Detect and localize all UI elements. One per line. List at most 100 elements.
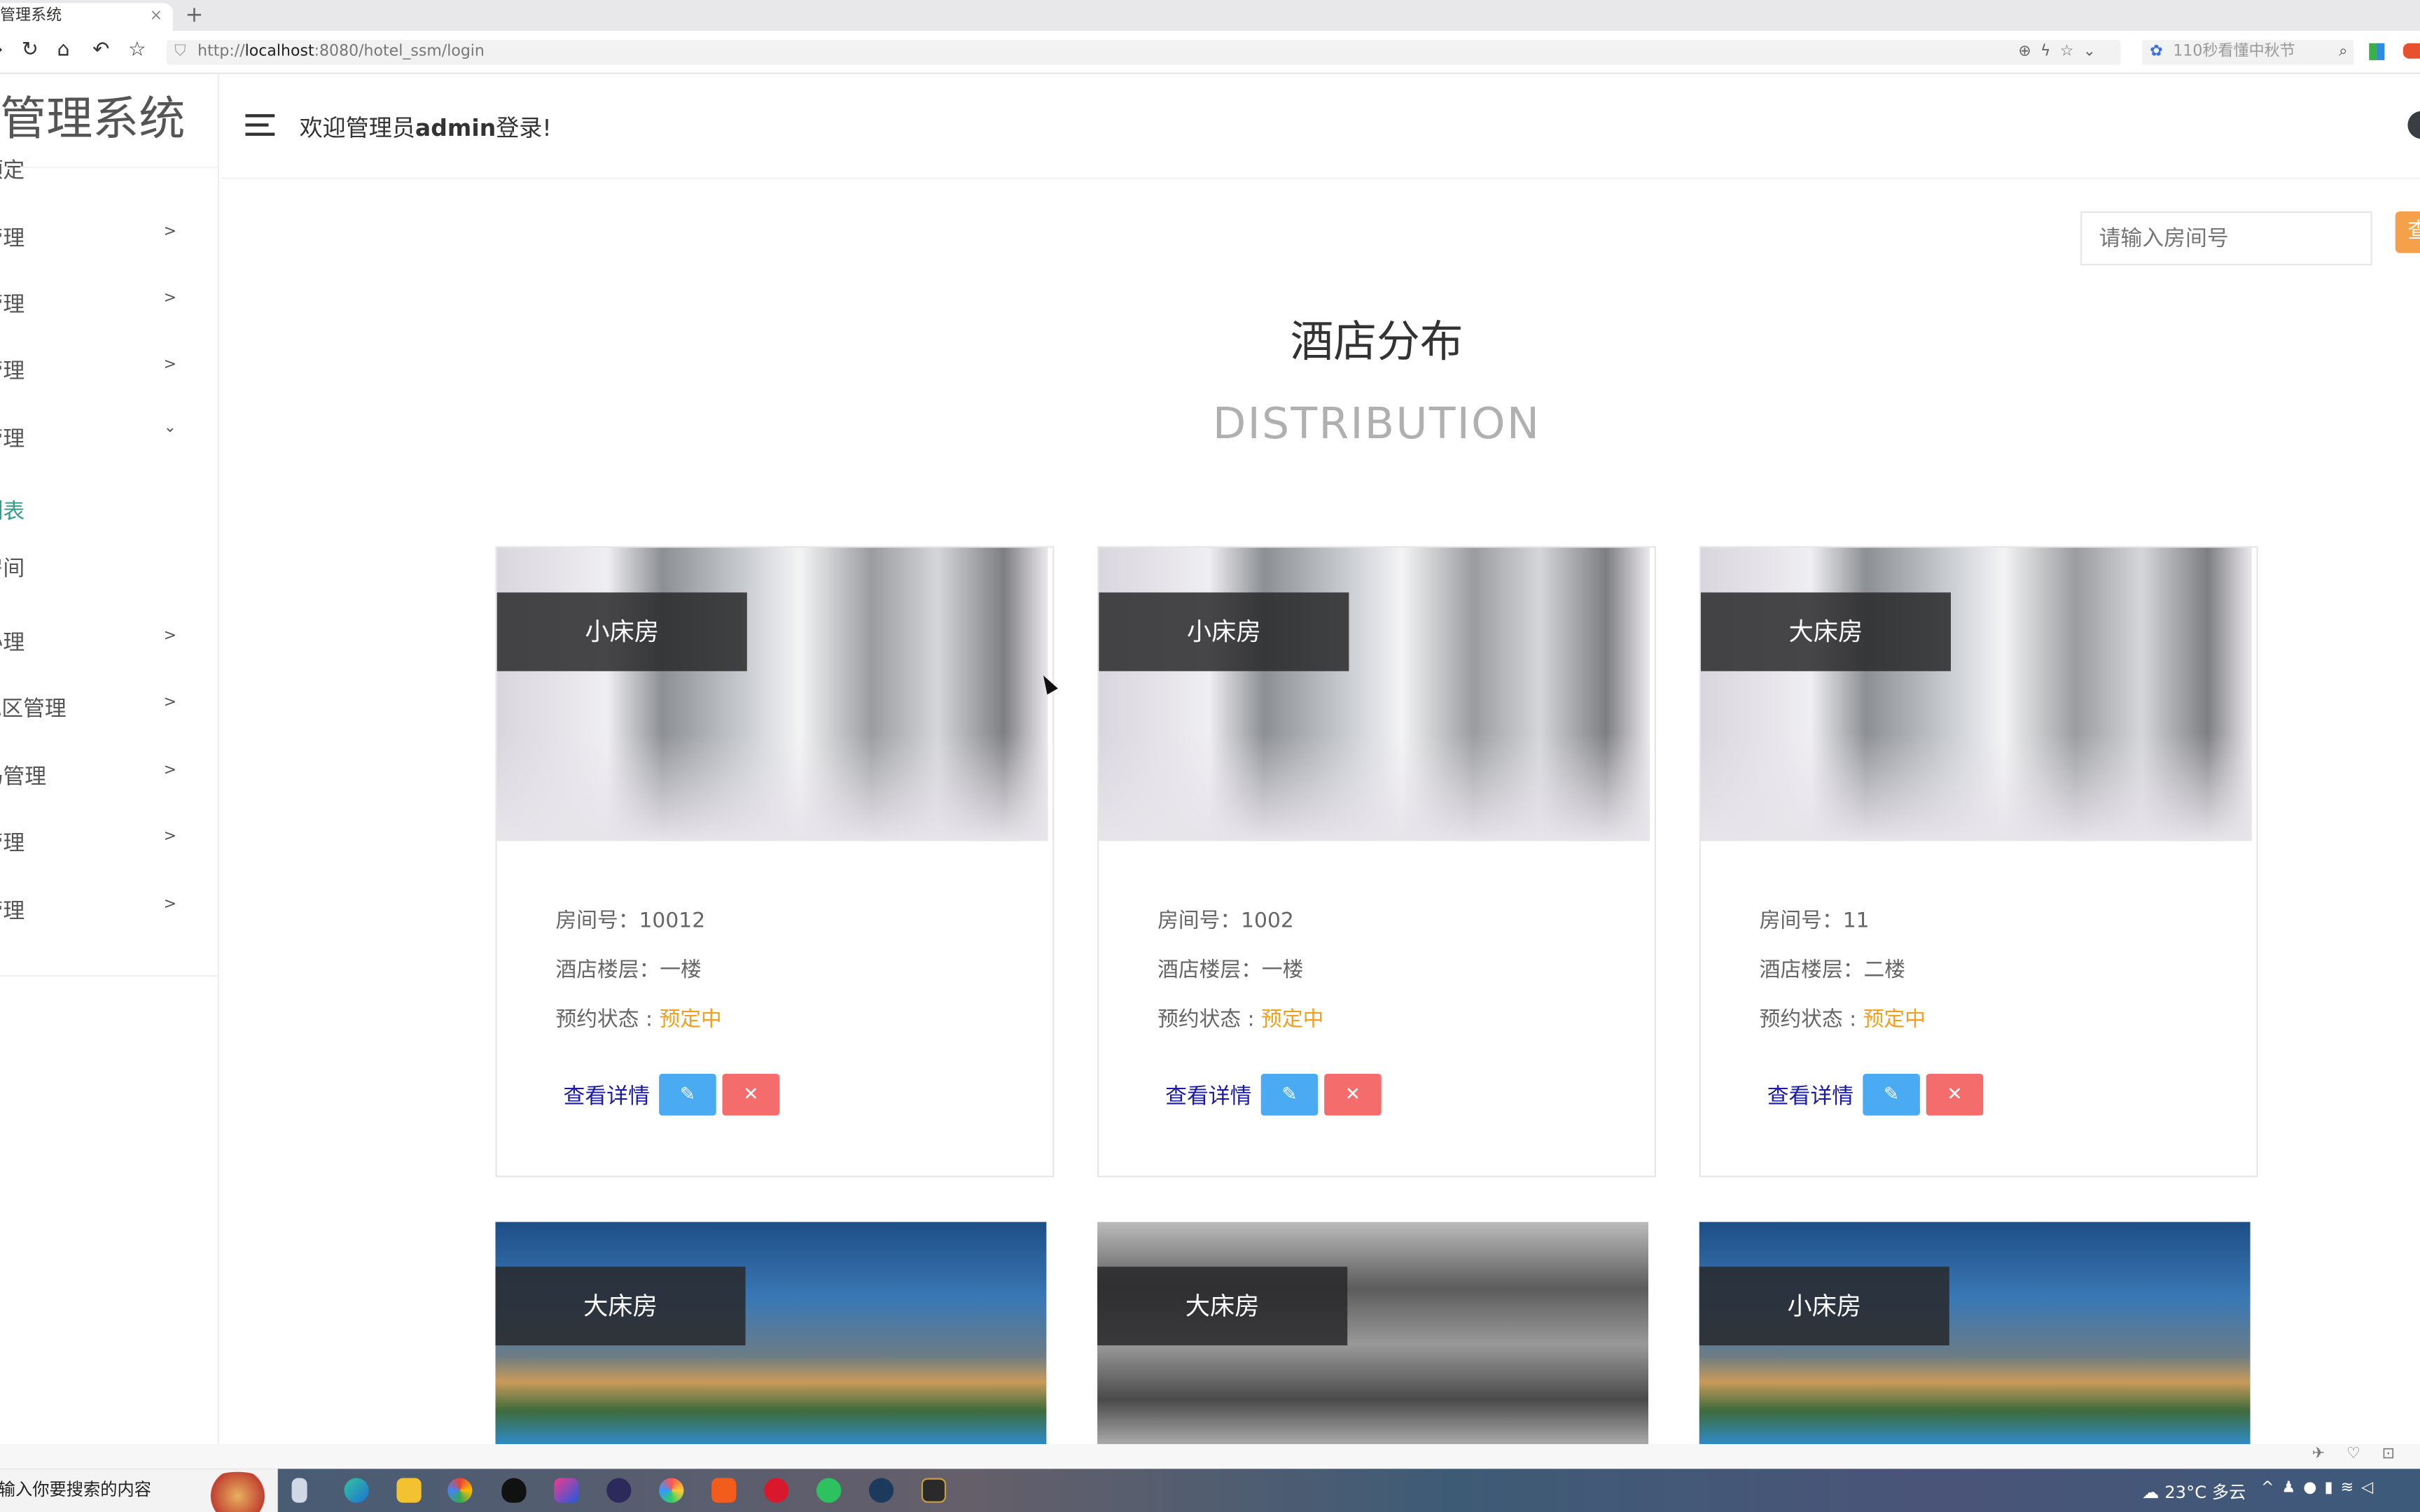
chevron-right-icon: > [163, 223, 177, 241]
browser-icon[interactable] [447, 1478, 473, 1503]
room-floor: 酒店楼层：一楼 [1157, 952, 1303, 983]
address-bar[interactable]: ⛉ http://localhost:8080/hotel_ssm/login … [167, 40, 2121, 65]
browser-nav-bar: › ↻ ⌂ ↶ ☆ ⛉ http://localhost:8080/hotel_… [0, 31, 2420, 74]
url-prefix: http:// [197, 43, 245, 60]
edit-button[interactable]: ✎ [659, 1074, 716, 1116]
undo-icon[interactable]: ↶ [92, 38, 109, 62]
url-host: localhost [244, 43, 314, 60]
room-status: 预约状态 : 预定中 [555, 1001, 721, 1032]
sidebar-item-10[interactable]: 管理 [0, 827, 25, 858]
room-type-label: 大床房 [1097, 1266, 1348, 1345]
sidebar: 管理系统 预定 管理 > 管理 > 管理 > 管理 ⌄ 列表 房间 办理 > 地… [0, 74, 219, 1445]
browser-search-box[interactable]: ✿ 110秒看懂中秋节 ⌕ [2142, 40, 2354, 65]
view-details-link[interactable]: 查看详情 [563, 1080, 649, 1111]
sidebar-item-label: 地区管理 [0, 697, 67, 722]
eclipse-icon[interactable] [606, 1478, 632, 1503]
sidebar-item-1[interactable]: 管理 [0, 222, 25, 253]
sidebar-item-booking[interactable]: 预定 [0, 154, 25, 185]
room-number: 房间号：11 [1760, 902, 1870, 933]
user-avatar-icon[interactable] [2407, 111, 2420, 139]
home-icon[interactable]: ⌂ [57, 38, 70, 62]
delete-button[interactable]: ✕ [1926, 1074, 1984, 1116]
sidebar-item-9[interactable]: 码管理 [0, 761, 46, 792]
sublime-icon[interactable] [711, 1478, 737, 1503]
sidebar-item-11[interactable]: 管理 [0, 895, 25, 925]
sidebar-item-region[interactable]: 地区管理 [0, 693, 67, 724]
status-bar-icons[interactable]: ✈♡⊡ [2312, 1446, 2416, 1462]
hamburger-menu-icon[interactable] [245, 114, 275, 136]
qq-icon[interactable] [501, 1478, 527, 1503]
game-icon[interactable] [2402, 43, 2420, 59]
room-type-label: 大床房 [495, 1266, 746, 1345]
search-icon[interactable]: ⌕ [2339, 40, 2347, 64]
room-image [496, 547, 1048, 841]
room-number-label: 房间号： [1157, 909, 1242, 934]
room-floor: 酒店楼层：二楼 [1760, 952, 1905, 983]
cloud-sun-icon: ☁ [2142, 1483, 2165, 1503]
browser-tab[interactable]: 管理系统 × [0, 3, 173, 31]
sidebar-item-label: 管理 [0, 899, 25, 925]
search-button[interactable]: 查 [2395, 211, 2420, 253]
file-explorer-icon[interactable] [396, 1478, 422, 1503]
page-title: 酒店分布 [1290, 316, 1463, 368]
browser-tab-bar: 管理系统 × + [0, 0, 2420, 31]
status-label: 预约状态 : [1157, 1007, 1262, 1032]
view-details-link[interactable]: 查看详情 [1767, 1080, 1854, 1111]
taskbar-search-placeholder: 请输入你要搜索的内容 [0, 1479, 152, 1500]
address-actions-icons[interactable]: ⊕ϟ☆⌄ [2018, 40, 2105, 64]
room-status: 预约状态 : 预定中 [1157, 1001, 1323, 1032]
close-icon: ✕ [1947, 1083, 1963, 1105]
edit-button[interactable]: ✎ [1863, 1074, 1920, 1116]
welcome-suffix: 登录! [496, 114, 552, 142]
room-type-label: 小床房 [1099, 592, 1349, 671]
baidu-paw-icon: ✿ [2150, 43, 2163, 60]
pencil-icon: ✎ [1884, 1083, 1900, 1105]
floor-label: 酒店楼层： [1759, 958, 1864, 983]
room-image: 小床房 [1699, 1222, 2251, 1445]
tab-close-icon[interactable]: × [150, 3, 162, 31]
room-number-search-input[interactable] [2080, 211, 2372, 266]
room-image: 大床房 [495, 1222, 1047, 1445]
bookmark-star-icon[interactable]: ☆ [128, 38, 146, 62]
steam-icon[interactable] [868, 1478, 894, 1503]
edit-button[interactable]: ✎ [1260, 1074, 1319, 1116]
floor-label: 酒店楼层： [1157, 958, 1262, 983]
wechat-icon[interactable] [816, 1478, 842, 1503]
room-number-label: 房间号： [555, 909, 639, 934]
new-tab-button[interactable]: + [185, 0, 203, 31]
sidebar-subitem-rooms[interactable]: 房间 [0, 552, 25, 583]
sidebar-item-7[interactable]: 办理 [0, 626, 25, 657]
welcome-user: admin [415, 114, 496, 142]
reload-icon[interactable]: ↻ [22, 38, 39, 62]
room-number-value: 11 [1842, 909, 1870, 934]
edge-icon[interactable] [344, 1478, 369, 1503]
forward-icon[interactable]: › [0, 38, 4, 62]
windows-taskbar: 请输入你要搜索的内容 ☁ 23°C 多云 ^♟●▮≋◁ [0, 1469, 2420, 1512]
delete-button[interactable]: ✕ [722, 1074, 780, 1116]
netease-music-icon[interactable] [764, 1478, 789, 1503]
delete-button[interactable]: ✕ [1324, 1074, 1382, 1116]
system-tray-icons[interactable]: ^♟●▮≋◁ [2261, 1480, 2381, 1497]
view-details-link[interactable]: 查看详情 [1165, 1080, 1251, 1111]
task-view-icon[interactable] [291, 1478, 307, 1503]
system-title: 管理系统 [0, 92, 186, 147]
room-number-value: 10012 [639, 909, 706, 934]
room-image: 大床房 [1097, 1222, 1648, 1445]
intellij-icon[interactable] [554, 1478, 579, 1503]
room-type-label: 小床房 [1699, 1266, 1949, 1345]
room-number-label: 房间号： [1759, 909, 1843, 934]
chevron-right-icon: > [163, 896, 177, 913]
sidebar-item-label: 码管理 [0, 765, 47, 790]
status-label: 预约状态 : [555, 1007, 660, 1032]
sidebar-subitem-list[interactable]: 列表 [0, 496, 25, 526]
sidebar-item-label: 管理 [0, 227, 25, 252]
shield-icon: ⛉ [174, 43, 186, 60]
page-subtitle: DISTRIBUTION [1212, 398, 1541, 449]
colorful-app-icon[interactable] [659, 1478, 684, 1503]
browser-status-bar: ✈♡⊡ [0, 1444, 2420, 1469]
weather-widget[interactable]: ☁ 23°C 多云 [2142, 1480, 2246, 1504]
welcome-text: 欢迎管理员admin登录! [300, 111, 552, 144]
top-header: 欢迎管理员admin登录! [221, 74, 2420, 179]
apps-grid-icon[interactable] [2369, 43, 2385, 60]
league-icon[interactable] [921, 1478, 947, 1503]
